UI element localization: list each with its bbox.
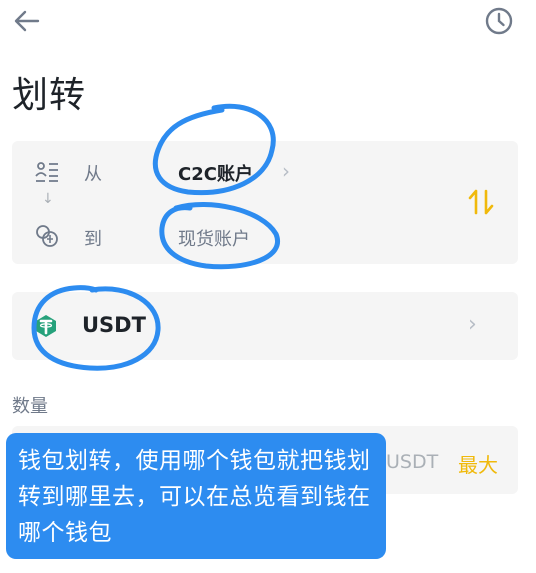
from-account-icon xyxy=(35,162,58,182)
chevron-right-icon[interactable]: › xyxy=(282,159,290,183)
amount-unit: USDT xyxy=(386,451,439,473)
clock-icon[interactable] xyxy=(484,6,514,36)
tether-coin-icon xyxy=(36,315,56,337)
amount-label: 数量 xyxy=(12,396,48,417)
page-title: 划转 xyxy=(12,75,87,116)
from-label: 从 xyxy=(84,164,102,185)
coin-name: USDT xyxy=(82,313,146,337)
max-button[interactable]: 最大 xyxy=(458,449,498,478)
annotation-note-text: 钱包划转，使用哪个钱包就把钱划转到哪里去，可以在总览看到钱在哪个钱包 xyxy=(18,448,371,546)
swap-vertical-icon[interactable] xyxy=(464,185,498,219)
arrow-left-icon[interactable] xyxy=(12,8,42,34)
to-account-selector[interactable]: 现货账户 xyxy=(178,225,250,251)
to-label: 到 xyxy=(84,229,102,250)
coin-selector[interactable]: USDT › xyxy=(12,292,518,360)
to-account-icon xyxy=(36,225,58,247)
transfer-accounts-card: ↓ 从 C2C账户 › 到 现货账户 xyxy=(12,141,518,264)
direction-arrow-icon: ↓ xyxy=(42,191,54,207)
chevron-right-icon: › xyxy=(468,312,477,337)
top-bar xyxy=(0,0,536,44)
annotation-note: 钱包划转，使用哪个钱包就把钱划转到哪里去，可以在总览看到钱在哪个钱包 xyxy=(6,433,386,559)
from-account-selector[interactable]: C2C账户 xyxy=(178,160,253,186)
